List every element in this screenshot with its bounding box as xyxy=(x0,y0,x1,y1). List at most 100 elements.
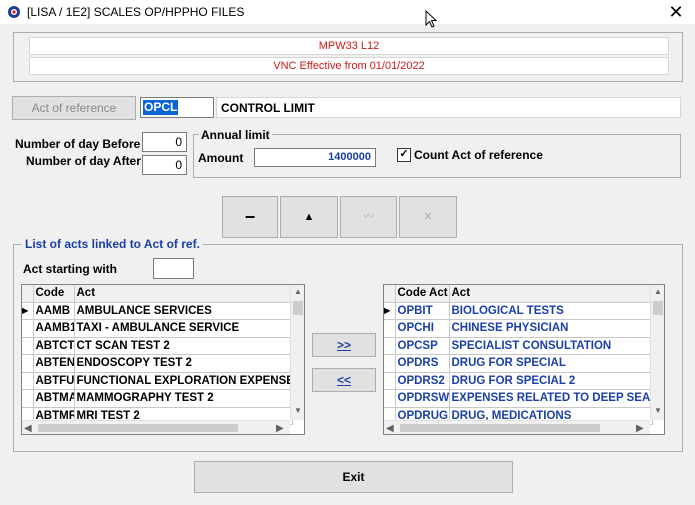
current-row-indicator: ▶ xyxy=(22,302,34,320)
remove-acts-button[interactable]: << xyxy=(312,368,376,392)
window-title: [LISA / 1E2] SCALES OP/HPPHO FILES xyxy=(27,5,245,19)
table-row[interactable]: ▶ AAMB AMBULANCE SERVICES xyxy=(22,302,293,320)
row-selector xyxy=(22,337,34,355)
cell-act: SPECIALIST CONSULTATION xyxy=(449,337,653,355)
cell-act: FUNCTIONAL EXPLORATION EXPENSE xyxy=(74,372,293,390)
cell-act: DRUG FOR SPECIAL xyxy=(449,354,653,373)
cell-code: AAMB xyxy=(33,302,75,320)
scroll-thumb[interactable] xyxy=(653,301,663,315)
act-of-reference-code-field[interactable]: OPCL xyxy=(140,97,214,118)
days-before-field[interactable]: 0 xyxy=(142,132,187,152)
banner-line-1: MPW33 L12 xyxy=(29,37,669,55)
cell-code: ABTMA xyxy=(33,389,75,408)
cell-act: MAMMOGRAPHY TEST 2 xyxy=(74,389,293,408)
grid-header-code-act[interactable]: Code Act xyxy=(395,285,450,303)
table-row[interactable]: OPDRS2 DRUG FOR SPECIAL 2 xyxy=(384,372,653,390)
act-of-reference-button[interactable]: Act of reference xyxy=(12,96,136,120)
acts-available-grid[interactable]: Code Act ▶ AAMB AMBULANCE SERVICES AAMB1 TAX… xyxy=(21,284,305,435)
count-act-label: Count Act of reference xyxy=(414,148,543,162)
grid-header-act[interactable]: Act xyxy=(74,285,293,303)
edit-button[interactable]: 〰 xyxy=(340,196,397,238)
grid-corner xyxy=(22,285,34,303)
table-row[interactable]: ABTCT CT SCAN TEST 2 xyxy=(22,337,293,355)
app-icon xyxy=(8,6,20,18)
act-starting-field[interactable] xyxy=(153,258,194,279)
scroll-up-icon[interactable]: ▲ xyxy=(291,287,304,296)
scroll-right-icon[interactable]: ▶ xyxy=(636,423,644,434)
acts-linked-grid[interactable]: Code Act Act ▶ OPBIT BIOLOGICAL TESTS OPCHI… xyxy=(383,284,665,435)
table-row[interactable]: OPCSP SPECIALIST CONSULTATION xyxy=(384,337,653,355)
cell-code: OPBIT xyxy=(395,302,450,320)
days-after-label: Number of day After xyxy=(26,154,141,168)
days-after-field[interactable]: 0 xyxy=(142,155,187,175)
amount-label: Amount xyxy=(198,151,244,165)
cell-code: OPDRS xyxy=(395,354,450,373)
row-selector xyxy=(384,389,396,408)
cell-code: OPCSP xyxy=(395,337,450,355)
row-selector xyxy=(22,354,34,373)
row-selector xyxy=(384,319,396,338)
table-row[interactable]: ABTMA MAMMOGRAPHY TEST 2 xyxy=(22,389,293,408)
cell-act: TAXI - AMBULANCE SERVICE xyxy=(74,319,293,338)
act-of-reference-description-field: CONTROL LIMIT xyxy=(216,97,681,118)
cell-act: AMBULANCE SERVICES xyxy=(74,302,293,320)
table-row[interactable]: ABTEN ENDOSCOPY TEST 2 xyxy=(22,354,293,373)
remove-button[interactable]: − xyxy=(222,196,278,238)
vertical-scrollbar[interactable]: ▲ ▼ xyxy=(290,285,304,420)
act-of-reference-code: OPCL xyxy=(143,100,179,115)
cell-code: OPDRSW xyxy=(395,389,450,408)
days-before-value: 0 xyxy=(175,135,182,149)
days-after-value: 0 xyxy=(175,158,182,172)
scroll-thumb[interactable] xyxy=(293,301,303,315)
current-row-indicator: ▶ xyxy=(384,302,396,320)
annual-limit-label: Annual limit xyxy=(199,128,272,142)
add-acts-button[interactable]: >> xyxy=(312,333,376,357)
grid-header-act[interactable]: Act xyxy=(449,285,653,303)
scroll-right-icon[interactable]: ▶ xyxy=(276,423,284,434)
cell-code: ABTFU xyxy=(33,372,75,390)
table-row[interactable]: OPCHI CHINESE PHYSICIAN xyxy=(384,319,653,338)
cell-act: CHINESE PHYSICIAN xyxy=(449,319,653,338)
cell-act: CT SCAN TEST 2 xyxy=(74,337,293,355)
row-selector xyxy=(22,389,34,408)
cell-code: OPDRS2 xyxy=(395,372,450,390)
scroll-down-icon[interactable]: ▼ xyxy=(291,406,304,415)
table-row[interactable]: ▶ OPBIT BIOLOGICAL TESTS xyxy=(384,302,653,320)
scroll-up-icon[interactable]: ▲ xyxy=(651,287,664,296)
scroll-thumb[interactable] xyxy=(38,424,238,432)
table-row[interactable]: OPDRS DRUG FOR SPECIAL xyxy=(384,354,653,373)
grid-header-code[interactable]: Code xyxy=(33,285,75,303)
cell-act: DRUG FOR SPECIAL 2 xyxy=(449,372,653,390)
scroll-down-icon[interactable]: ▼ xyxy=(651,406,664,415)
cell-act: ENDOSCOPY TEST 2 xyxy=(74,354,293,373)
horizontal-scrollbar[interactable]: ◀ ▶ xyxy=(384,420,650,434)
cell-act: BIOLOGICAL TESTS xyxy=(449,302,653,320)
mouse-cursor-icon xyxy=(425,10,437,28)
row-selector xyxy=(384,337,396,355)
banner-line-2: VNC Effective from 01/01/2022 xyxy=(29,57,669,75)
row-selector xyxy=(22,372,34,390)
amount-field[interactable]: 1400000 xyxy=(254,148,376,167)
table-row[interactable]: OPDRSW EXPENSES RELATED TO DEEP SEA W xyxy=(384,389,653,408)
delete-button[interactable]: ✕ xyxy=(399,196,457,238)
amount-value: 1400000 xyxy=(328,151,371,163)
act-starting-label: Act starting with xyxy=(23,262,118,276)
close-icon[interactable]: ✕ xyxy=(664,1,688,23)
row-selector xyxy=(384,354,396,373)
exit-button[interactable]: Exit xyxy=(194,461,513,493)
act-of-reference-description: CONTROL LIMIT xyxy=(221,101,315,115)
move-up-button[interactable]: ▲ xyxy=(280,196,338,238)
horizontal-scrollbar[interactable]: ◀ ▶ xyxy=(22,420,290,434)
cell-code: ABTCT xyxy=(33,337,75,355)
scroll-left-icon[interactable]: ◀ xyxy=(24,423,32,434)
grid-corner xyxy=(384,285,396,303)
table-row[interactable]: AAMB1 TAXI - AMBULANCE SERVICE xyxy=(22,319,293,338)
count-act-checkbox[interactable]: ✓ xyxy=(397,148,411,162)
table-row[interactable]: ABTFU FUNCTIONAL EXPLORATION EXPENSE xyxy=(22,372,293,390)
cell-code: ABTEN xyxy=(33,354,75,373)
cell-act: EXPENSES RELATED TO DEEP SEA W xyxy=(449,389,653,408)
days-before-label: Number of day Before xyxy=(15,137,141,151)
scroll-thumb[interactable] xyxy=(400,424,600,432)
scroll-left-icon[interactable]: ◀ xyxy=(386,423,394,434)
vertical-scrollbar[interactable]: ▲ ▼ xyxy=(650,285,664,420)
